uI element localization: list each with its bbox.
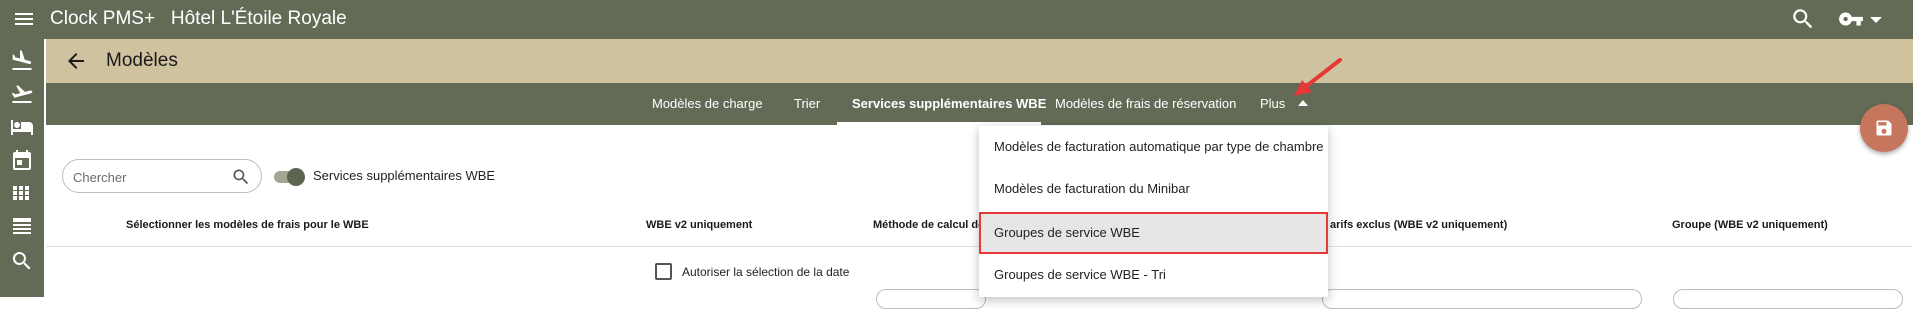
- left-sidebar: [0, 39, 44, 297]
- column-header-excluded-rates: arifs exclus (WBE v2 uniquement): [1330, 219, 1508, 231]
- flight-land-icon[interactable]: [10, 49, 34, 73]
- key-icon: [1839, 12, 1863, 26]
- tab-plus[interactable]: Plus: [1260, 83, 1285, 125]
- top-app-bar: Clock PMS+ Hôtel L'Étoile Royale: [0, 0, 1913, 39]
- toggle-thumb: [287, 168, 305, 186]
- column-header-calculation-method: Méthode de calcul des: [873, 219, 991, 231]
- allow-date-selection-checkbox[interactable]: [655, 263, 672, 280]
- search-icon[interactable]: [1790, 6, 1816, 32]
- search-icon[interactable]: [231, 167, 251, 187]
- table-view-icon[interactable]: [10, 214, 34, 238]
- excluded-rates-field[interactable]: [1322, 289, 1642, 309]
- allow-date-selection-label: Autoriser la sélection de la date: [682, 265, 850, 279]
- annotation-arrow-icon: [1294, 58, 1342, 96]
- save-icon: [1876, 120, 1892, 136]
- flight-takeoff-icon[interactable]: [10, 82, 34, 106]
- plus-dropdown-menu: Modèles de facturation automatique par t…: [979, 126, 1328, 297]
- menu-item-minibar-billing[interactable]: Modèles de facturation du Minibar: [979, 168, 1328, 210]
- tab-services-supplementaires-wbe[interactable]: Services supplémentaires WBE: [852, 83, 1046, 125]
- arrow-back-icon[interactable]: [64, 49, 88, 73]
- group-field[interactable]: [1673, 289, 1903, 309]
- search-field[interactable]: [62, 159, 262, 193]
- menu-item-auto-billing-room-type[interactable]: Modèles de facturation automatique par t…: [979, 126, 1328, 168]
- arrow-drop-up-icon[interactable]: [1298, 100, 1308, 106]
- toggle-label: Services supplémentaires WBE: [313, 168, 496, 183]
- grid-view-icon[interactable]: [10, 181, 34, 205]
- save-button[interactable]: [1860, 104, 1908, 152]
- tab-modeles-de-frais-de-reservation[interactable]: Modèles de frais de réservation: [1055, 83, 1236, 125]
- search-icon[interactable]: [10, 249, 34, 273]
- column-header-select-fee-templates: Sélectionner les modèles de frais pour l…: [126, 219, 369, 231]
- page-header: Modèles: [46, 39, 1913, 83]
- tab-modeles-de-charge[interactable]: Modèles de charge: [652, 83, 763, 125]
- menu-icon[interactable]: [12, 7, 36, 31]
- column-header-wbe-v2-only: WBE v2 uniquement: [646, 219, 753, 231]
- calendar-icon[interactable]: [10, 148, 34, 172]
- hotel-bed-icon[interactable]: [10, 115, 34, 139]
- key-menu-button[interactable]: [1838, 6, 1888, 32]
- active-tab-indicator: [837, 122, 1041, 125]
- tabs-bar: Modèles de charge Trier Services supplém…: [46, 83, 1913, 125]
- column-header-group: Groupe (WBE v2 uniquement): [1672, 219, 1828, 231]
- arrow-drop-down-icon: [1870, 17, 1882, 23]
- app-title: Clock PMS+ Hôtel L'Étoile Royale: [50, 8, 347, 29]
- menu-item-wbe-service-groups-sort[interactable]: Groupes de service WBE - Tri: [979, 254, 1328, 296]
- tab-trier[interactable]: Trier: [794, 83, 820, 125]
- wbe-services-toggle[interactable]: [274, 168, 305, 186]
- page-title: Modèles: [106, 50, 178, 71]
- menu-item-wbe-service-groups[interactable]: Groupes de service WBE: [979, 212, 1328, 254]
- search-input[interactable]: [73, 167, 223, 187]
- calculation-method-field[interactable]: [876, 289, 986, 309]
